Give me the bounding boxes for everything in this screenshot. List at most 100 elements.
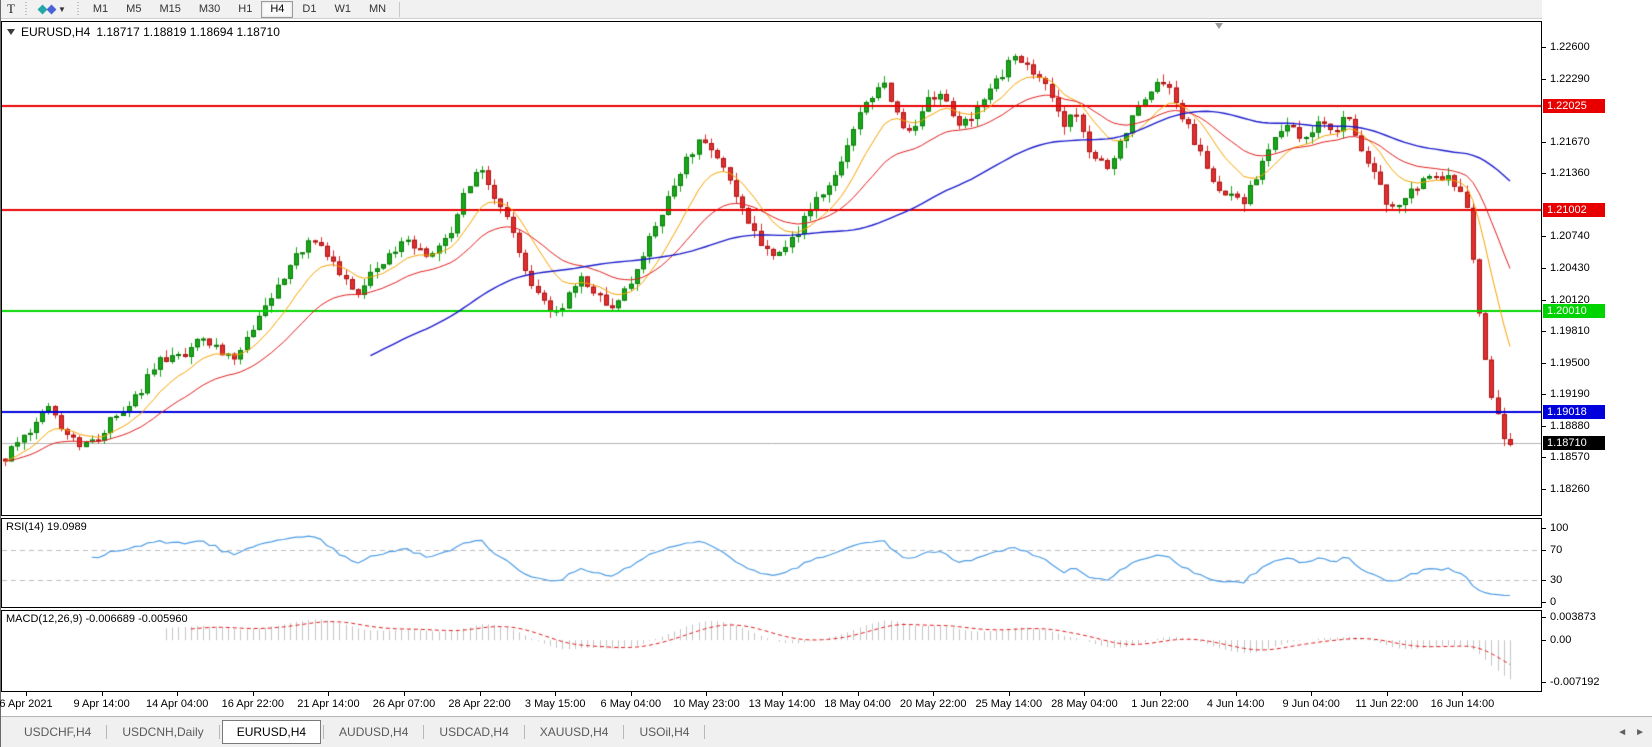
time-tick-label: 18 May 04:00: [824, 698, 891, 710]
rsi-tick: [1542, 602, 1546, 603]
mt4-window: T ▼ M1M5M15M30H1H4D1W1MN EURUSD,H4 1.187…: [0, 0, 1652, 747]
timeframe-button-w1[interactable]: W1: [325, 1, 360, 18]
chart-tab-xauusd[interactable]: XAUUSD,H4: [527, 722, 622, 742]
price-tick: [1542, 79, 1546, 80]
time-tick-label: 13 May 14:00: [749, 698, 816, 710]
timeframe-button-m15[interactable]: M15: [150, 1, 189, 18]
price-tick-label: 1.18570: [1550, 451, 1590, 463]
time-tick-label: 16 Jun 14:00: [1431, 698, 1495, 710]
current-price-badge[interactable]: 1.18710: [1543, 436, 1605, 450]
timeframe-button-m5[interactable]: M5: [117, 1, 150, 18]
rsi-canvas[interactable]: [2, 519, 1541, 607]
timeframe-button-h4[interactable]: H4: [261, 1, 293, 18]
rsi-label: RSI(14) 19.0989: [6, 521, 87, 533]
macd-axis-label: 0.00: [1550, 634, 1571, 646]
chart-tab-usdcad[interactable]: USDCAD,H4: [426, 722, 521, 742]
time-tick: [1462, 692, 1463, 696]
timeframe-button-d1[interactable]: D1: [293, 1, 325, 18]
toolbar-grip: [24, 2, 29, 16]
hline-price-badge[interactable]: 1.19018: [1543, 405, 1605, 419]
price-tick: [1542, 331, 1546, 332]
macd-axis-label: -0.007192: [1550, 676, 1600, 688]
price-tick: [1542, 457, 1546, 458]
toolbar-grip-2: [76, 2, 81, 16]
tab-separator: [423, 725, 424, 739]
timeframe-button-mn[interactable]: MN: [360, 1, 395, 18]
time-tick-label: 3 May 15:00: [525, 698, 586, 710]
time-tick: [1160, 692, 1161, 696]
rsi-axis-label: 0: [1550, 596, 1556, 608]
rsi-panel: RSI(14) 19.0989: [1, 518, 1542, 608]
time-tick-label: 21 Apr 14:00: [297, 698, 359, 710]
ohlc-dropdown-icon[interactable]: [7, 29, 15, 35]
price-chart-canvas[interactable]: [2, 22, 1541, 515]
timeframe-button-m30[interactable]: M30: [190, 1, 229, 18]
time-tick: [102, 692, 103, 696]
timeframe-button-h1[interactable]: H1: [229, 1, 261, 18]
time-axis[interactable]: 6 Apr 20219 Apr 14:0014 Apr 04:0016 Apr …: [1, 692, 1542, 716]
macd-tick: [1542, 682, 1546, 683]
time-tick: [26, 692, 27, 696]
price-tick: [1542, 268, 1546, 269]
hline-price-badge[interactable]: 1.22025: [1543, 99, 1605, 113]
price-tick-label: 1.21360: [1550, 167, 1590, 179]
rsi-tick: [1542, 528, 1546, 529]
macd-label: MACD(12,26,9) -0.006689 -0.005960: [6, 613, 188, 625]
cursor-tool-icon-2: [47, 4, 57, 14]
price-tick: [1542, 142, 1546, 143]
time-tick-label: 28 May 04:00: [1051, 698, 1118, 710]
price-tick-label: 1.18880: [1550, 420, 1590, 432]
time-tick-label: 1 Jun 22:00: [1131, 698, 1189, 710]
chart-tab-audusd[interactable]: AUDUSD,H4: [326, 722, 421, 742]
price-tick-label: 1.19500: [1550, 357, 1590, 369]
tab-separator: [219, 725, 220, 739]
tab-scroll-left-icon[interactable]: ◄: [1617, 727, 1627, 738]
macd-canvas[interactable]: [2, 611, 1541, 691]
chart-shift-marker[interactable]: [1215, 23, 1223, 29]
chart-tab-eurusd[interactable]: EURUSD,H4: [222, 720, 321, 744]
hline-price-badge[interactable]: 1.21002: [1543, 203, 1605, 217]
rsi-tick: [1542, 580, 1546, 581]
price-tick-label: 1.18260: [1550, 483, 1590, 495]
tab-scroll-right-icon[interactable]: ►: [1635, 727, 1645, 738]
hline-price-badge[interactable]: 1.20010: [1543, 304, 1605, 318]
time-tick-label: 6 May 04:00: [601, 698, 662, 710]
macd-axis-label: 0.003873: [1550, 611, 1596, 623]
price-tick: [1542, 300, 1546, 301]
time-tick: [480, 692, 481, 696]
chart-tab-usdcnh[interactable]: USDCNH,Daily: [109, 722, 216, 742]
time-tick: [253, 692, 254, 696]
price-tick: [1542, 394, 1546, 395]
time-tick-label: 11 Jun 22:00: [1355, 698, 1418, 710]
chart-tab-usdchf[interactable]: USDCHF,H4: [11, 722, 104, 742]
time-tick-label: 25 May 14:00: [975, 698, 1042, 710]
price-tick: [1542, 426, 1546, 427]
chart-symbol-label: EURUSD,H4: [21, 25, 90, 39]
macd-tick: [1542, 617, 1546, 618]
time-tick-label: 26 Apr 07:00: [373, 698, 435, 710]
tab-separator: [106, 725, 107, 739]
price-tick-label: 1.20430: [1550, 262, 1590, 274]
price-tick-label: 1.21670: [1550, 136, 1590, 148]
chevron-down-icon: ▼: [58, 5, 66, 14]
price-tick: [1542, 47, 1546, 48]
chart-tab-usoil[interactable]: USOil,H4: [626, 722, 702, 742]
price-tick-label: 1.22600: [1550, 41, 1590, 53]
tab-separator: [524, 725, 525, 739]
time-tick: [328, 692, 329, 696]
cursor-style-dropdown[interactable]: ▼: [32, 1, 73, 18]
time-tick: [858, 692, 859, 696]
text-tool-button[interactable]: T: [1, 1, 21, 18]
time-tick: [1236, 692, 1237, 696]
time-tick-label: 20 May 22:00: [900, 698, 967, 710]
toolbar: T ▼ M1M5M15M30H1H4D1W1MN: [1, 0, 1652, 19]
time-tick-label: 6 Apr 2021: [0, 698, 53, 710]
price-axis[interactable]: 1.226001.222901.216701.213601.207401.204…: [1542, 0, 1652, 716]
price-chart-panel: EURUSD,H4 1.18717 1.18819 1.18694 1.1871…: [1, 21, 1542, 516]
time-tick-label: 9 Apr 14:00: [73, 698, 129, 710]
macd-panel: MACD(12,26,9) -0.006689 -0.005960: [1, 610, 1542, 692]
chart-ohlc-values: 1.18717 1.18819 1.18694 1.18710: [96, 25, 280, 39]
timeframe-button-m1[interactable]: M1: [84, 1, 117, 18]
time-tick-label: 10 May 23:00: [673, 698, 740, 710]
time-tick: [782, 692, 783, 696]
